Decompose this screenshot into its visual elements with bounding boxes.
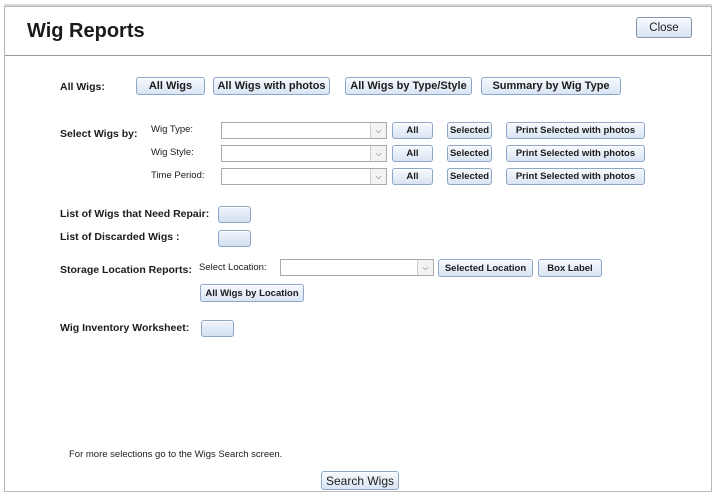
window-header: Wig Reports Close [5,7,711,56]
chevron-down-icon[interactable]: ⌵ [370,169,386,184]
selected-location-button[interactable]: Selected Location [438,259,533,277]
inventory-worksheet-label: Wig Inventory Worksheet: [60,322,190,334]
wig-style-label: Wig Style: [151,147,194,158]
all-wigs-with-photos-button[interactable]: All Wigs with photos [213,77,330,95]
all-wigs-by-location-button[interactable]: All Wigs by Location [200,284,304,302]
time-period-print-button[interactable]: Print Selected with photos [506,168,645,185]
select-wigs-by-label: Select Wigs by: [60,128,138,140]
search-wigs-button[interactable]: Search Wigs [321,471,399,490]
wig-type-all-button[interactable]: All [392,122,433,139]
wig-type-selected-button[interactable]: Selected [447,122,492,139]
summary-by-wig-type-button[interactable]: Summary by Wig Type [481,77,621,95]
time-period-label: Time Period: [151,170,205,181]
repair-report-button[interactable] [218,206,251,223]
discarded-report-button[interactable] [218,230,251,247]
wig-style-select[interactable]: ⌵ [221,145,387,162]
all-wigs-button[interactable]: All Wigs [136,77,205,95]
repair-label: List of Wigs that Need Repair: [60,208,210,220]
select-location-label: Select Location: [199,262,267,273]
time-period-selected-button[interactable]: Selected [447,168,492,185]
storage-location-label: Storage Location Reports: [60,264,192,276]
wig-type-select[interactable]: ⌵ [221,122,387,139]
inventory-worksheet-button[interactable] [201,320,234,337]
all-wigs-by-type-style-button[interactable]: All Wigs by Type/Style [345,77,472,95]
all-wigs-label: All Wigs: [60,81,105,93]
discarded-label: List of Discarded Wigs : [60,231,180,243]
wig-reports-window: Wig Reports Close All Wigs: All Wigs All… [4,6,712,492]
time-period-all-button[interactable]: All [392,168,433,185]
location-select[interactable]: ⌵ [280,259,434,276]
close-button[interactable]: Close [636,17,692,38]
wig-type-print-button[interactable]: Print Selected with photos [506,122,645,139]
time-period-select[interactable]: ⌵ [221,168,387,185]
footer-note: For more selections go to the Wigs Searc… [69,449,283,460]
box-label-button[interactable]: Box Label [538,259,602,277]
wig-style-selected-button[interactable]: Selected [447,145,492,162]
page-title: Wig Reports [27,20,145,42]
chevron-down-icon[interactable]: ⌵ [417,260,433,275]
wig-type-label: Wig Type: [151,124,194,135]
chevron-down-icon[interactable]: ⌵ [370,123,386,138]
wig-style-all-button[interactable]: All [392,145,433,162]
chevron-down-icon[interactable]: ⌵ [370,146,386,161]
wig-style-print-button[interactable]: Print Selected with photos [506,145,645,162]
